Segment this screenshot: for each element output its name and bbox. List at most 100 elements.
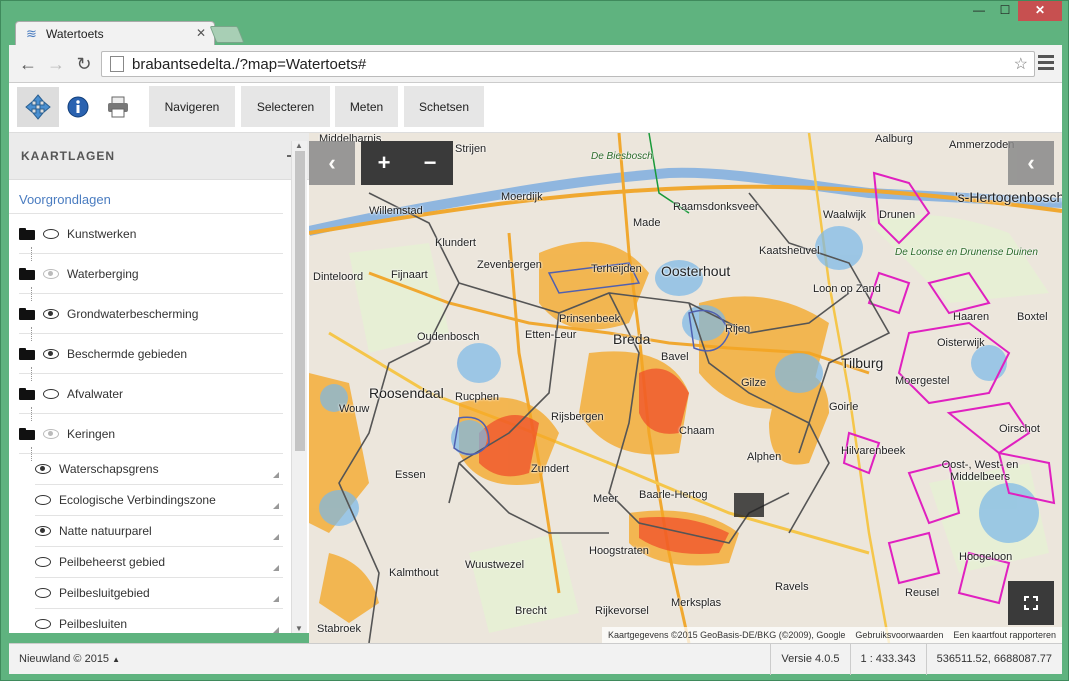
scroll-down-icon[interactable]: ▼ <box>295 624 303 633</box>
eye-icon[interactable] <box>35 464 51 474</box>
eye-icon[interactable] <box>43 388 59 399</box>
back-icon[interactable]: ← <box>15 51 41 77</box>
layer-label: Grondwaterbescherming <box>67 306 199 321</box>
scroll-thumb[interactable] <box>295 151 305 451</box>
scroll-up-icon[interactable]: ▲ <box>295 141 303 150</box>
legend-toggle-icon[interactable] <box>273 565 279 571</box>
map-place-label: Zundert <box>531 463 569 475</box>
meten-button[interactable]: Meten <box>335 86 398 127</box>
collapse-panel-button[interactable]: ‹ <box>309 141 355 185</box>
terms-link[interactable]: Gebruiksvoorwaarden <box>855 630 943 640</box>
address-bar[interactable]: brabantsedelta./?map=Watertoets# ☆ <box>101 51 1035 77</box>
layer-panel-scrollbar[interactable]: ▲ ▼ <box>291 141 307 633</box>
window-close-icon[interactable]: ✕ <box>1018 1 1062 21</box>
new-tab-button[interactable] <box>209 26 245 43</box>
reload-icon[interactable]: ↻ <box>71 51 97 77</box>
map-place-label: Oosterhout <box>661 263 731 279</box>
tab-close-icon[interactable]: ✕ <box>196 26 206 40</box>
forward-icon[interactable]: → <box>43 51 69 77</box>
zoom-out-button[interactable]: − <box>407 141 453 185</box>
sublayer-row[interactable]: Peilbesluitgebied <box>35 578 283 609</box>
map-place-label: Chaam <box>679 425 715 437</box>
expand-right-panel-button[interactable]: ‹ <box>1008 141 1054 185</box>
zoom-in-button[interactable]: + <box>361 141 407 185</box>
minimize-icon[interactable]: — <box>966 1 992 21</box>
map-place-label: 's-Hertogenbosch <box>955 189 1062 205</box>
legend-toggle-icon[interactable] <box>273 627 279 633</box>
map-place-label: Boxtel <box>1017 311 1048 323</box>
maximize-icon[interactable]: ☐ <box>992 1 1018 21</box>
copyright-text[interactable]: Nieuwland © 2015 ▲ <box>9 653 770 665</box>
tab-title: Watertoets <box>46 26 104 41</box>
bookmark-star-icon[interactable]: ☆ <box>1014 54 1028 74</box>
tree-connector <box>31 447 32 461</box>
map-place-label: Merksplas <box>671 597 722 609</box>
pan-move-icon[interactable] <box>17 87 59 127</box>
fullscreen-icon <box>1024 596 1038 610</box>
legend-toggle-icon[interactable] <box>273 596 279 602</box>
foreground-layers-section[interactable]: Voorgrondlagen <box>9 180 283 214</box>
eye-icon[interactable] <box>43 308 59 319</box>
folder-icon[interactable] <box>19 267 35 280</box>
layer-panel: KAARTLAGEN Voorgrondlagen Kunstwerken Wat… <box>9 133 309 633</box>
map-place-label: Etten-Leur <box>525 329 577 341</box>
version-text: Versie 4.0.5 <box>770 643 849 675</box>
map-place-label: Ammerzoden <box>949 139 1015 151</box>
layer-row[interactable]: Afvalwater <box>19 374 283 421</box>
layer-row[interactable]: Waterberging <box>19 254 283 301</box>
layer-row[interactable]: Kunstwerken <box>19 214 283 261</box>
map-place-label: Moerdijk <box>501 191 543 203</box>
map-place-label: Wouw <box>339 403 370 415</box>
eye-icon[interactable] <box>43 428 59 439</box>
map-view[interactable]: Aalburg Ammerzoden De Biesbosch Strijen … <box>309 133 1062 643</box>
map-place-label: Loon op Zand <box>813 283 881 295</box>
sublayer-row[interactable]: Waterschapsgrens <box>35 454 283 485</box>
map-place-label: Gilze <box>741 377 767 389</box>
folder-icon[interactable] <box>19 227 35 240</box>
folder-icon[interactable] <box>19 427 35 440</box>
map-place-label: Tilburg <box>841 355 884 371</box>
navigeren-button[interactable]: Navigeren <box>149 86 235 127</box>
folder-icon[interactable] <box>19 387 35 400</box>
eye-icon[interactable] <box>35 557 51 567</box>
sublayer-row[interactable]: Peilbeheerst gebied <box>35 547 283 578</box>
schetsen-button[interactable]: Schetsen <box>404 86 484 127</box>
layer-row[interactable]: Grondwaterbescherming <box>19 294 283 341</box>
browser-tab[interactable]: ≋ Watertoets ✕ <box>15 21 215 45</box>
eye-icon[interactable] <box>43 268 59 279</box>
eye-icon[interactable] <box>35 495 51 505</box>
eye-icon[interactable] <box>43 228 59 239</box>
sublayer-row[interactable]: Natte natuurparel <box>35 516 283 547</box>
legend-toggle-icon[interactable] <box>273 472 279 478</box>
report-error-link[interactable]: Een kaartfout rapporteren <box>953 630 1056 640</box>
browser-toolbar: ← → ↻ brabantsedelta./?map=Watertoets# ☆ <box>9 45 1062 83</box>
status-bar: Nieuwland © 2015 ▲ Versie 4.0.5 1 : 433.… <box>9 643 1062 675</box>
layer-row[interactable]: Beschermde gebieden <box>19 334 283 381</box>
folder-icon[interactable] <box>19 347 35 360</box>
url-text: brabantsedelta./?map=Watertoets# <box>132 55 367 73</box>
app-toolbar: Navigeren Selecteren Meten Schetsen <box>9 83 1062 133</box>
map-place-label: Goirle <box>829 401 859 413</box>
eye-icon[interactable] <box>35 526 51 536</box>
eye-icon[interactable] <box>43 348 59 359</box>
map-place-label: Haaren <box>953 311 990 323</box>
map-place-label: Brecht <box>515 605 547 617</box>
browser-menu-icon[interactable] <box>1038 55 1054 71</box>
layer-row[interactable]: Keringen <box>19 414 283 461</box>
eye-icon[interactable] <box>35 619 51 629</box>
sublayer-row[interactable]: Ecologische Verbindingszone <box>35 485 283 516</box>
fullscreen-button[interactable] <box>1008 581 1054 625</box>
selecteren-button[interactable]: Selecteren <box>241 86 330 127</box>
map-place-label: Oisterwijk <box>937 337 985 349</box>
sublayer-row[interactable]: Peilbesluiten <box>35 609 283 633</box>
map-place-label: Meer <box>593 493 619 505</box>
info-icon[interactable] <box>57 87 99 127</box>
legend-toggle-icon[interactable] <box>273 534 279 540</box>
map-place-label: Fijnaart <box>391 269 428 281</box>
legend-toggle-icon[interactable] <box>273 503 279 509</box>
map-place-label: Alphen <box>747 451 782 463</box>
eye-icon[interactable] <box>35 588 51 598</box>
map-place-label: Hilvarenbeek <box>841 445 906 457</box>
print-icon[interactable] <box>97 87 139 127</box>
folder-icon[interactable] <box>19 307 35 320</box>
